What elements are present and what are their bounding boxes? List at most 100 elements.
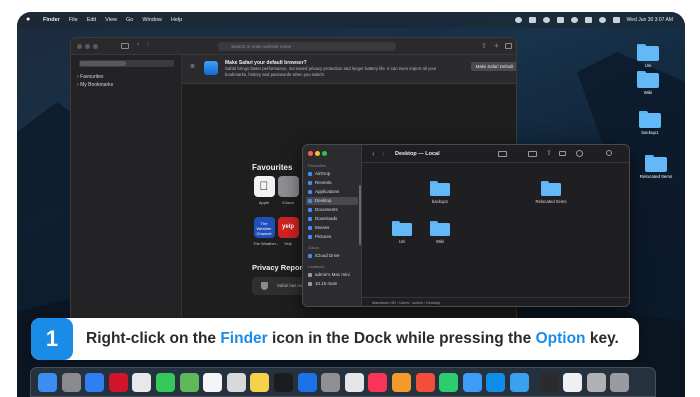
forward-icon[interactable]: › <box>382 149 385 158</box>
menu-help[interactable]: Help <box>171 17 182 23</box>
forward-icon[interactable]: › <box>147 41 149 48</box>
instruction-caption: 1 Right-click on the Finder icon in the … <box>31 318 639 360</box>
sidebar-item-mac-mini[interactable]: admin's Mac mini <box>306 271 358 279</box>
sidebar-item-documents[interactable]: Documents <box>306 206 358 214</box>
control-center-icon[interactable] <box>612 17 620 23</box>
appletv-icon[interactable] <box>274 373 293 392</box>
back-icon[interactable]: ‹ <box>137 41 139 48</box>
sidebar-item-airdrop[interactable]: AirDrop <box>306 170 358 178</box>
teamviewer-icon[interactable] <box>486 373 506 392</box>
sidebar-scrollbar[interactable] <box>359 185 361 245</box>
zoom-button[interactable] <box>93 44 98 49</box>
music-icon[interactable] <box>368 373 388 392</box>
menu-window[interactable]: Window <box>142 17 162 23</box>
battery-icon[interactable] <box>584 17 592 23</box>
folder-icon <box>430 221 450 236</box>
document-icon[interactable] <box>563 373 583 392</box>
menu-file[interactable]: File <box>69 17 78 23</box>
trash-icon[interactable] <box>610 373 630 392</box>
menu-app-name[interactable]: Finder <box>43 17 60 23</box>
new-tab-icon[interactable]: + <box>494 41 499 50</box>
status-icon-1[interactable] <box>514 17 522 23</box>
favourite-yelp[interactable]: yelp Yelp <box>277 217 299 246</box>
path-item[interactable]: Users <box>399 301 409 305</box>
folder-wiki[interactable]: Wiki <box>423 221 457 244</box>
finder-window[interactable]: Favourites AirDrop Recents Applications … <box>302 144 630 307</box>
path-item[interactable]: Desktop <box>426 301 440 305</box>
launchpad-icon[interactable] <box>61 373 81 392</box>
notes-icon[interactable] <box>250 373 270 392</box>
path-item[interactable]: admin <box>413 301 423 305</box>
chrome-icon[interactable] <box>132 373 152 392</box>
pages-icon[interactable] <box>392 373 411 392</box>
share-icon[interactable]: ⇧ <box>481 42 487 50</box>
finder-icon[interactable] <box>38 373 57 392</box>
status-icon-4[interactable] <box>556 17 564 23</box>
finder-close-button[interactable] <box>308 151 313 156</box>
menu-go[interactable]: Go <box>126 17 133 23</box>
folder-relocated-items[interactable]: Relocated Items <box>531 181 571 204</box>
close-button[interactable] <box>77 44 82 49</box>
appstore-icon[interactable] <box>297 373 317 392</box>
settings-icon[interactable] <box>321 373 341 392</box>
desktop-folder-wiki[interactable]: Wiki <box>628 71 668 95</box>
more-icon[interactable] <box>576 150 583 157</box>
preview-icon[interactable] <box>344 373 364 392</box>
status-icon-3[interactable] <box>542 17 550 23</box>
menu-view[interactable]: View <box>105 17 117 23</box>
sidebar-item-volume[interactable]: 10.15 main <box>306 280 358 288</box>
opera-icon[interactable] <box>108 373 128 392</box>
menu-clock[interactable]: Wed Jun 30 3:07 AM <box>627 17 673 23</box>
sidebar-item-movies[interactable]: Movies <box>306 224 358 232</box>
favourite-weather[interactable]: The Weather Channel The Weather... <box>253 217 279 246</box>
group-icon[interactable] <box>528 151 537 157</box>
share-icon[interactable]: ⇧ <box>546 149 552 157</box>
banner-close-icon[interactable]: ⊗ <box>190 63 195 70</box>
finder-zoom-button[interactable] <box>322 151 327 156</box>
finder-minimize-button[interactable] <box>315 151 320 156</box>
desktop-folder-backup1[interactable]: backup1 <box>630 111 670 135</box>
search-icon[interactable] <box>606 150 612 156</box>
sidebar-item-icloud-drive[interactable]: iCloud Drive <box>306 252 358 260</box>
folder-icon <box>392 221 412 236</box>
address-bar[interactable]: Search or enter website name <box>218 42 396 51</box>
photos-booth-icon[interactable] <box>415 373 435 392</box>
menu-edit[interactable]: Edit <box>87 17 96 23</box>
sidebar-item-recents[interactable]: Recents <box>306 179 358 187</box>
facetime-icon[interactable] <box>439 373 459 392</box>
sidebar-item-applications[interactable]: Applications <box>306 188 358 196</box>
desktop-folder-uni[interactable]: Uni <box>628 44 668 68</box>
desktop-folder-relocated-items[interactable]: Relocated Items <box>635 155 677 179</box>
view-icons-icon[interactable] <box>498 151 507 157</box>
minimize-button[interactable] <box>85 44 90 49</box>
sidebar-item-pictures[interactable]: Pictures <box>306 233 358 241</box>
sidebar-toggle-icon[interactable] <box>121 43 129 49</box>
back-icon[interactable]: ‹ <box>372 149 375 158</box>
status-icon-2[interactable] <box>528 17 536 23</box>
folder-uni[interactable]: Uni <box>385 221 419 244</box>
sidebar-item-desktop[interactable]: Desktop <box>306 197 358 205</box>
contacts-icon[interactable] <box>226 373 246 392</box>
wifi-icon[interactable] <box>570 17 578 23</box>
search-icon[interactable] <box>598 17 606 23</box>
favourite-apple[interactable]:  Apple <box>253 176 275 205</box>
mk-icon[interactable] <box>510 373 529 392</box>
tab-overview-icon[interactable] <box>505 43 512 49</box>
activity-icon[interactable] <box>539 373 559 392</box>
apple-menu-icon[interactable]: ● <box>26 16 34 24</box>
sidebar-segment[interactable] <box>79 60 174 67</box>
screenshot-icon[interactable] <box>586 373 606 392</box>
folder-backup1[interactable]: backup1 <box>423 181 457 204</box>
make-default-button[interactable]: Make Safari Default <box>471 62 516 71</box>
maps-icon[interactable] <box>179 373 199 392</box>
favourite-icloud[interactable]: iCloud <box>277 176 299 205</box>
sidebar-item-downloads[interactable]: Downloads <box>306 215 358 223</box>
photos-icon[interactable] <box>203 373 223 392</box>
messages-icon[interactable] <box>156 373 175 392</box>
sidebar-item-bookmarks[interactable]: › My Bookmarks <box>77 82 113 88</box>
sidebar-item-favourites[interactable]: › Favourites <box>77 74 103 80</box>
safari-icon[interactable] <box>85 373 105 392</box>
path-item[interactable]: Macintosh HD <box>372 301 396 305</box>
mail-icon[interactable] <box>462 373 482 392</box>
tag-icon[interactable] <box>559 151 566 156</box>
